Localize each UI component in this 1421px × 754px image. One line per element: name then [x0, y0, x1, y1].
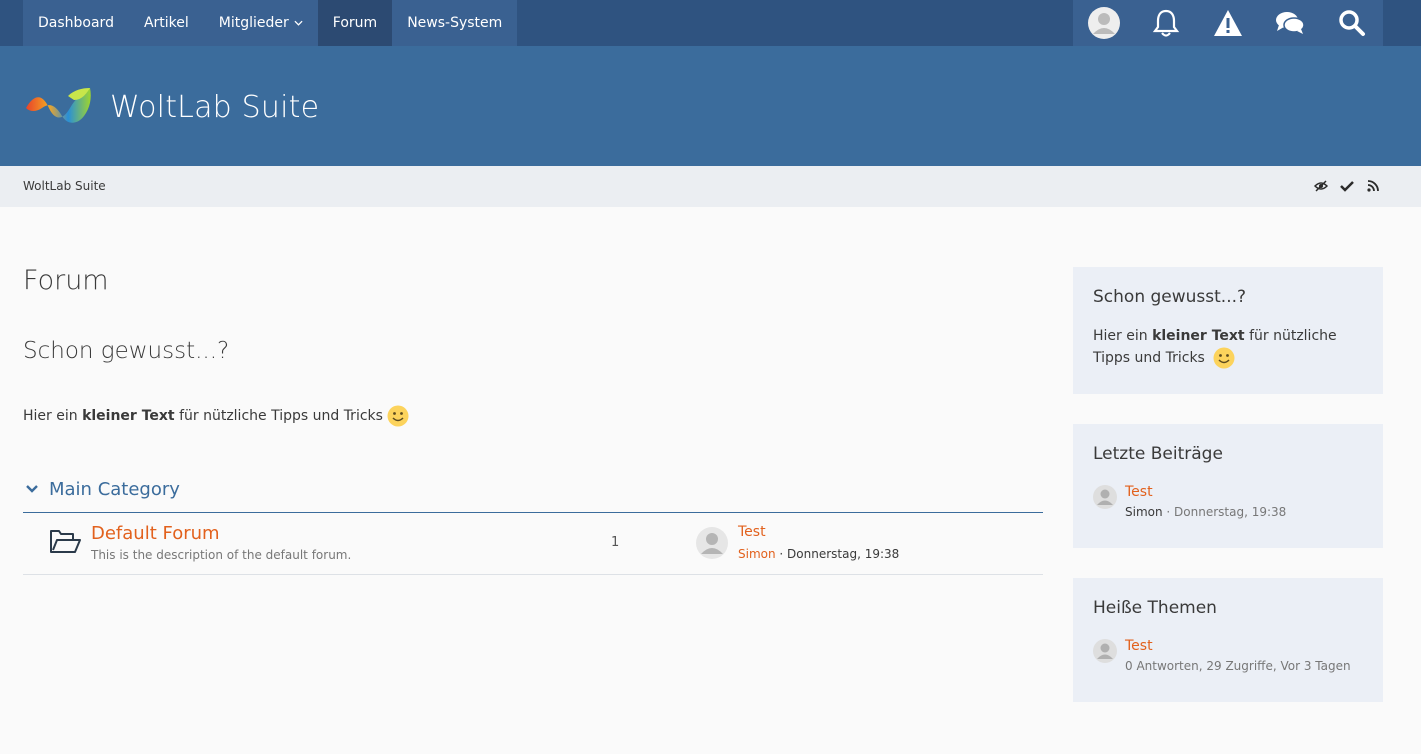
tip-text-bold: kleiner Text	[82, 408, 175, 424]
tip-text: Hier ein kleiner Text für nützliche Tipp…	[23, 405, 409, 427]
user-panel	[1073, 0, 1383, 46]
sidebar-box-hot-topics: Heiße Themen Test 0 Antworten, 29 Zugrif…	[1073, 578, 1383, 702]
rss-icon	[1367, 180, 1379, 192]
page-actions	[1313, 178, 1381, 194]
conversations-button[interactable]	[1272, 5, 1308, 41]
mark-all-read-button[interactable]	[1339, 178, 1355, 194]
avatar[interactable]	[1093, 485, 1117, 509]
avatar[interactable]	[1093, 639, 1117, 663]
site-logo[interactable]: WoltLab Suite	[24, 86, 319, 128]
nav-item-dashboard[interactable]: Dashboard	[23, 0, 129, 46]
last-post-author-link[interactable]: Simon	[738, 547, 776, 561]
tip-heading: Schon gewusst...?	[23, 338, 230, 364]
sidebar-tip-text: Hier ein kleiner Text für nützliche Tipp…	[1093, 326, 1363, 369]
recent-post-title-link[interactable]: Test	[1125, 483, 1363, 501]
recent-post-time: · Donnerstag, 19:38	[1162, 505, 1287, 519]
notifications-button[interactable]	[1148, 5, 1184, 41]
top-navigation-bar: Dashboard Artikel Mitglieder Forum News-…	[0, 0, 1421, 46]
recent-post-author-link[interactable]: Simon	[1125, 505, 1163, 519]
last-post-meta: Simon · Donnerstag, 19:38	[738, 547, 899, 561]
sidebar-box-title: Heiße Themen	[1093, 598, 1217, 618]
page-header: WoltLab Suite	[0, 46, 1421, 166]
sidebar-tip-pre: Hier ein	[1093, 328, 1153, 344]
sidebar-box-title: Schon gewusst...?	[1093, 287, 1247, 307]
breadcrumb-item[interactable]: WoltLab Suite	[23, 179, 106, 193]
last-post-time: Donnerstag, 19:38	[787, 547, 900, 561]
forum-description: This is the description of the default f…	[91, 548, 352, 562]
list-item: Test 0 Antworten, 29 Zugriffe, Vor 3 Tag…	[1093, 637, 1363, 673]
main-menu: Dashboard Artikel Mitglieder Forum News-…	[23, 0, 518, 46]
smiley-icon	[1213, 347, 1235, 369]
hot-topic-meta: 0 Antworten, 29 Zugriffe, Vor 3 Tagen	[1125, 659, 1351, 673]
folder-open-icon	[50, 530, 81, 553]
category-title[interactable]: Main Category	[49, 479, 180, 500]
last-post-separator: ·	[775, 547, 788, 561]
tip-text-pre: Hier ein	[23, 408, 83, 424]
avatar-icon	[1088, 7, 1120, 39]
last-post-title-link[interactable]: Test	[738, 524, 766, 540]
category-header: Main Category	[23, 476, 1043, 513]
user-avatar-button[interactable]	[1086, 5, 1122, 41]
rss-feed-button[interactable]	[1365, 178, 1381, 194]
eye-slash-icon	[1314, 180, 1328, 192]
check-icon	[1340, 181, 1354, 192]
nav-item-label: News-System	[407, 15, 503, 31]
page-title: Forum	[23, 265, 109, 296]
comments-icon	[1276, 12, 1305, 34]
nav-item-artikel[interactable]: Artikel	[129, 0, 204, 46]
search-icon	[1339, 10, 1365, 36]
breadcrumb: WoltLab Suite	[0, 166, 1421, 207]
sidebar-box-recent-posts: Letzte Beiträge Test Simon · Donnerstag,…	[1073, 424, 1383, 548]
list-item: Test Simon · Donnerstag, 19:38	[1093, 483, 1363, 519]
woltlab-logo-icon	[26, 88, 91, 123]
nav-item-label: Mitglieder	[218, 15, 289, 31]
warning-icon	[1214, 10, 1242, 36]
forum-thread-count: 1	[611, 535, 620, 550]
nav-item-label: Artikel	[143, 15, 189, 31]
tip-text-post: für nützliche Tipps und Tricks	[174, 408, 383, 424]
search-button[interactable]	[1334, 5, 1370, 41]
nav-item-news-system[interactable]: News-System	[392, 0, 517, 46]
smiley-icon	[387, 405, 409, 427]
forum-title-link[interactable]: Default Forum	[91, 523, 220, 544]
chevron-down-icon	[294, 20, 303, 26]
hot-topic-title-link[interactable]: Test	[1125, 637, 1363, 655]
chevron-down-icon[interactable]	[25, 484, 39, 494]
sidebar-box-tips: Schon gewusst...? Hier ein kleiner Text …	[1073, 267, 1383, 394]
forum-list-item: Default Forum This is the description of…	[23, 513, 1043, 575]
logo-text: WoltLab Suite	[110, 89, 320, 125]
nav-item-label: Dashboard	[38, 15, 114, 31]
sidebar-box-title: Letzte Beiträge	[1093, 444, 1223, 464]
sidebar-tip-bold: kleiner Text	[1152, 328, 1245, 344]
unread-filter-button[interactable]	[1313, 178, 1329, 194]
bell-icon	[1152, 9, 1180, 37]
nav-item-forum[interactable]: Forum	[317, 0, 393, 46]
avatar[interactable]	[696, 527, 728, 559]
recent-post-meta: Simon · Donnerstag, 19:38	[1125, 505, 1363, 519]
nav-item-label: Forum	[332, 15, 378, 31]
nav-item-mitglieder[interactable]: Mitglieder	[204, 0, 318, 46]
moderation-button[interactable]	[1210, 5, 1246, 41]
